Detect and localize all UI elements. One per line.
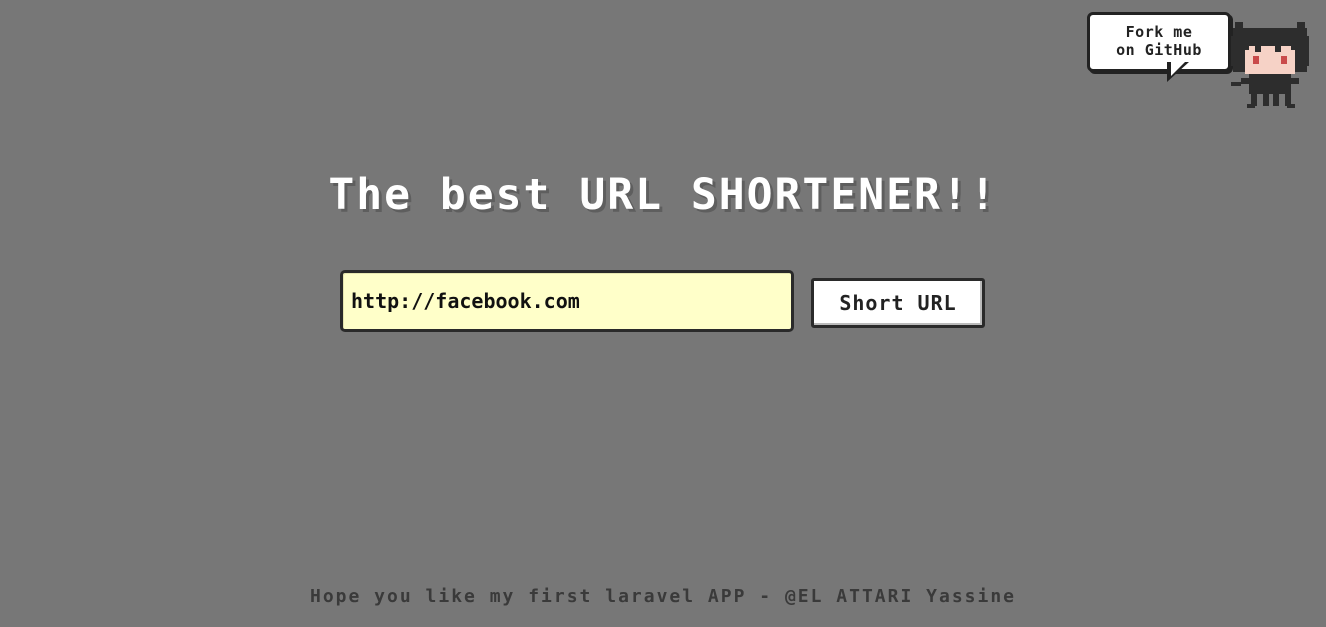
octocat-icon bbox=[1231, 22, 1309, 108]
speech-bubble: Fork me on GitHub bbox=[1087, 12, 1231, 72]
url-input[interactable] bbox=[340, 270, 794, 332]
fork-me-on-github-link[interactable]: Fork me on GitHub bbox=[1085, 10, 1317, 112]
fork-me-line-1: Fork me bbox=[1125, 23, 1193, 41]
short-url-button[interactable]: Short URL bbox=[811, 278, 985, 328]
page-title: The best URL SHORTENER!! bbox=[328, 170, 998, 220]
fork-me-line-2: on GitHub bbox=[1116, 41, 1202, 59]
shorten-url-form: Short URL bbox=[340, 270, 990, 334]
fork-me-text: Fork me on GitHub bbox=[1094, 23, 1224, 59]
footer-credit: Hope you like my first laravel APP - @EL… bbox=[309, 586, 1017, 607]
